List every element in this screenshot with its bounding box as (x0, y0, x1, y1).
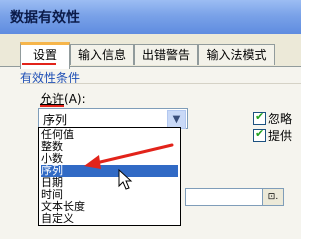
allow-dropdown-value: 序列 (43, 113, 68, 127)
source-input[interactable] (185, 188, 263, 206)
allow-options-list: 任何值 整数 小数 序列 日期 时间 文本长度 自定义 (38, 127, 181, 226)
ignore-blank-label: 忽略 (268, 112, 293, 126)
allow-dropdown[interactable]: 序列 ▼ (38, 108, 188, 129)
allow-option[interactable]: 自定义 (41, 213, 178, 225)
tab-input-message[interactable]: 输入信息 (70, 44, 134, 65)
allow-underline-annotation (40, 105, 64, 107)
in-cell-dropdown-checkbox[interactable]: ✔ (253, 127, 266, 142)
allow-label-shortcut: (A): (64, 92, 86, 106)
title-bar: 数据有效性 (0, 0, 301, 34)
tab-underline-annotation (22, 63, 56, 65)
tab-ime-mode[interactable]: 输入法模式 (198, 44, 275, 65)
tab-error-alert[interactable]: 出错警告 (134, 44, 198, 65)
checkmark-icon: ✔ (255, 110, 265, 123)
allow-label-text: 允许 (40, 92, 65, 106)
data-validation-dialog: 数据有效性 设置 输入信息 出错警告 输入法模式 有效性条件 允许(A): 序列… (0, 0, 301, 239)
range-select-icon[interactable]: ⊡. (262, 188, 284, 206)
in-cell-dropdown-label: 提供 (268, 129, 293, 143)
ignore-blank-checkbox[interactable]: ✔ (253, 110, 266, 125)
group-divider (20, 83, 301, 84)
dialog-title: 数据有效性 (10, 10, 80, 26)
checkmark-icon: ✔ (255, 127, 265, 140)
